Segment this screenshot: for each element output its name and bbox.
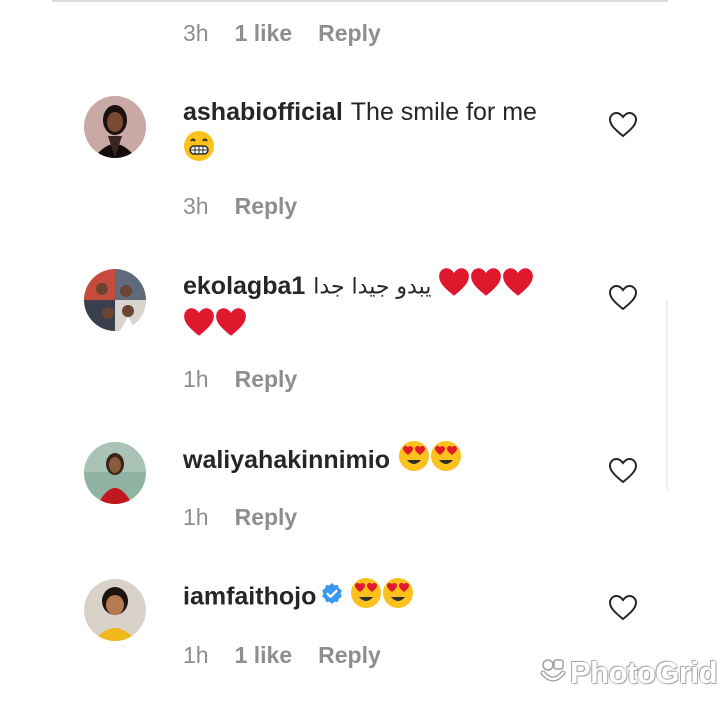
red-heart-icon [438, 267, 470, 307]
comment-text: ashabiofficial The smile for me [183, 94, 583, 172]
top-divider [52, 0, 668, 2]
like-heart-icon[interactable] [609, 285, 637, 311]
photogrid-logo-icon [540, 655, 566, 691]
comment-likes[interactable]: 1 like [235, 20, 293, 47]
comment-time: 3h [183, 20, 209, 46]
comment-meta: 1h Reply [183, 504, 323, 531]
avatar[interactable] [84, 96, 146, 158]
like-heart-icon[interactable] [609, 112, 637, 138]
reply-button[interactable]: Reply [235, 193, 298, 220]
comment-body: يبدو جيدا جدا [313, 274, 432, 300]
grinning-face-emoji-icon [183, 130, 215, 172]
comment-meta: 3h Reply [183, 193, 323, 220]
watermark-text: PhotoGrid [570, 655, 718, 690]
comment-meta: 1h 1 like Reply [183, 642, 407, 669]
comment-text: iamfaithojo [183, 577, 583, 619]
previous-comment-meta: 3h 1 like Reply [183, 20, 407, 47]
heart-eyes-emoji-icon [398, 440, 430, 482]
red-heart-icon [470, 267, 502, 307]
heart-eyes-emoji-icon [430, 440, 462, 482]
comment-time: 1h [183, 642, 209, 668]
heart-eyes-emoji-icon [350, 577, 382, 619]
scroll-edge [666, 300, 668, 490]
comment-text: ekolagba1 يبدو جيدا جدا [183, 267, 583, 347]
reply-button[interactable]: Reply [318, 642, 381, 669]
comment-meta: 1h Reply [183, 366, 323, 393]
verified-badge-icon [320, 580, 344, 616]
avatar[interactable] [84, 269, 146, 331]
comment-time: 1h [183, 366, 209, 392]
comment-username[interactable]: waliyahakinnimio [183, 446, 390, 474]
red-heart-icon [183, 307, 215, 347]
like-heart-icon[interactable] [609, 595, 637, 621]
comment-text: waliyahakinnimio [183, 440, 583, 482]
comment-time: 3h [183, 193, 209, 219]
photogrid-watermark: PhotoGrid [540, 655, 718, 691]
comment-username[interactable]: ashabiofficial [183, 98, 343, 126]
comment-body: The smile for me [350, 98, 537, 126]
reply-button[interactable]: Reply [235, 366, 298, 393]
comment-likes[interactable]: 1 like [235, 642, 293, 669]
heart-eyes-emoji-icon [382, 577, 414, 619]
comment-username[interactable]: ekolagba1 [183, 272, 305, 300]
red-heart-icon [215, 307, 247, 347]
comment-time: 1h [183, 504, 209, 530]
red-heart-icon [502, 267, 534, 307]
avatar[interactable] [84, 442, 146, 504]
like-heart-icon[interactable] [609, 458, 637, 484]
comment-username[interactable]: iamfaithojo [183, 583, 316, 611]
reply-button[interactable]: Reply [235, 504, 298, 531]
reply-button[interactable]: Reply [318, 20, 381, 47]
avatar[interactable] [84, 579, 146, 641]
